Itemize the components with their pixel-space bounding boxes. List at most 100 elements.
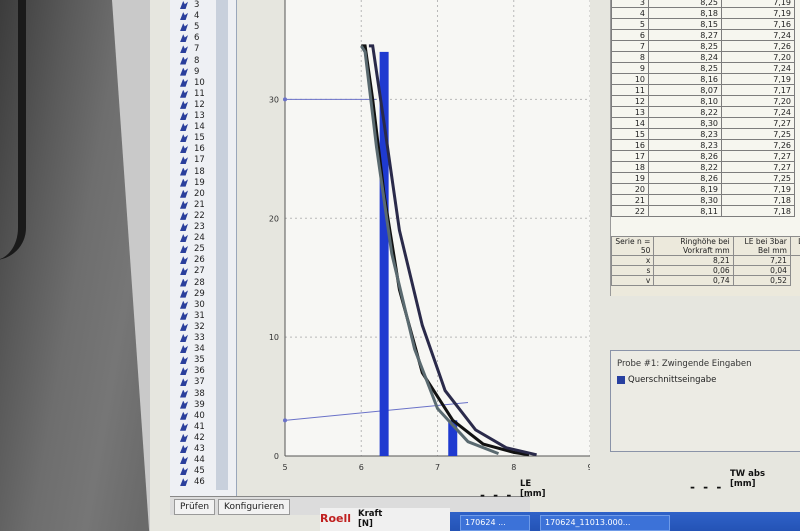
table-row: 18 8,22 7,27 [611,161,795,173]
table-cell: 6 [611,29,649,41]
table-cell: 7,26 [721,139,795,151]
sample-number: 4 [194,11,200,22]
table-cell: 8,07 [648,84,722,96]
sample-number: 33 [194,333,205,343]
table-cell: 8,27 [648,29,722,41]
sample-icon [180,334,188,342]
sample-icon [180,200,188,209]
tw-unit: [mm] [730,479,756,489]
sample-number: 34 [194,344,205,355]
table-cell: 15 [611,128,649,140]
statistics-panel: Serie n = 50 Ringhöhe bei Vorkraft mm LE b… [610,236,800,296]
sample-number: 12 [194,99,205,110]
kraft-unit: [N] [358,519,373,529]
table-cell: 7,19 [721,7,795,19]
table-cell: 8,25 [648,40,722,52]
table-cell: 7,18 [721,194,795,206]
sample-icon [180,45,188,54]
table-cell: 7,18 [721,205,795,217]
sample-icon [180,289,188,298]
list-scrollbar[interactable] [216,0,228,490]
table-row: 14 8,30 7,27 [611,117,795,129]
sample-icon [180,134,188,143]
sample-icon [180,112,188,120]
sample-icon [180,1,188,9]
sample-number: 38 [194,388,205,399]
table-cell: 8,22 [648,161,722,173]
table-cell: 8,19 [648,183,722,195]
stats-cell: 0,74 [653,275,734,286]
cross-section-input-item[interactable]: Querschnittseingabe [611,371,800,389]
cross-section-label: Querschnittseingabe [628,375,717,385]
sample-number: 42 [194,432,205,443]
stats-cell: 0,04 [732,265,791,276]
sample-number: 15 [194,133,205,144]
required-inputs-title: Probe #1: Zwingende Eingaben [617,359,752,369]
kraft-readout: Roell Kraft [N] [320,508,450,531]
sample-icon [180,378,188,387]
taskbar-item-1[interactable]: 170624 ... [460,515,530,531]
table-cell: 8,16 [648,73,722,85]
table-row: 13 8,22 7,24 [611,106,795,118]
table-cell: 8,24 [648,51,722,63]
sample-number: 14 [194,122,205,133]
table-row: 20 8,19 7,19 [611,183,795,195]
table-row: 16 8,23 7,26 [611,139,795,151]
le-unit: [mm] [520,489,546,499]
table-cell: 7,24 [721,106,795,118]
sample-icon [180,123,188,132]
results-table-panel: 3 8,25 7,19 4 8,18 7,19 5 8,15 7,16 6 8,27 7,24 7 8,2… [610,0,800,236]
table-cell: 3 [611,0,649,8]
sample-number: 23 [194,222,205,232]
sample-number: 5 [194,22,200,33]
sample-number: 3 [194,0,200,10]
sample-icon [180,245,188,254]
sample-number: 19 [194,177,205,188]
sample-icon [180,256,188,265]
table-cell: 8,23 [648,139,722,151]
stats-cell: x [610,255,655,266]
sample-icon [180,12,188,21]
brand-logo: Roell [320,512,352,525]
stats-header: Ringhöhe bei Vorkraft mm [653,236,734,256]
table-cell: 7,25 [721,128,795,140]
sample-number: 26 [194,255,205,266]
table-row: 9 8,25 7,24 [611,62,795,74]
table-cell: 4 [611,7,649,19]
table-cell: 7,17 [721,84,795,96]
sample-icon [180,422,188,431]
sample-icon [180,145,188,154]
table-cell: 7,27 [721,161,795,173]
sample-number: 17 [194,155,205,166]
table-cell: 7,24 [721,62,795,74]
sample-number: 36 [194,366,205,377]
stats-cell: 0,06 [653,265,734,276]
checkbox-icon [617,375,625,384]
pressure-chart: 567890102030Ringhöhe in mmPressung in ba… [260,0,590,470]
table-row: 22 8,11 7,18 [611,205,795,217]
table-cell: 7,26 [721,40,795,52]
table-cell: 8,30 [648,117,722,129]
taskbar-item-2[interactable]: 170624_11013.000... [540,515,670,531]
sample-number: 37 [194,377,205,388]
table-cell: 13 [611,106,649,118]
application-window: 3 4 5 6 7 8 9 10 11 12 13 14 15 16 17 18 19 20 21 22 23 24 25 2… [150,0,800,531]
sample-number: 45 [194,466,205,477]
sample-number: 35 [194,355,205,366]
tw-dash: - - - [690,480,724,494]
sample-number: 9 [194,66,200,77]
table-cell: 7 [611,40,649,52]
tab-pruefen[interactable]: Prüfen [174,499,216,515]
tab-konfigurieren[interactable]: Konfigurieren [218,499,291,515]
table-cell: 20 [611,183,649,195]
plot-area [285,0,590,456]
table-cell: 7,19 [721,0,795,8]
sample-number: 44 [194,455,205,466]
sample-number: 24 [194,233,205,244]
sample-icon [180,311,188,320]
sample-number: 11 [194,88,205,99]
sample-number: 46 [194,477,205,488]
sample-icon [180,223,188,231]
x-tick-label: 9 [587,463,590,470]
sample-number: 13 [194,111,205,121]
